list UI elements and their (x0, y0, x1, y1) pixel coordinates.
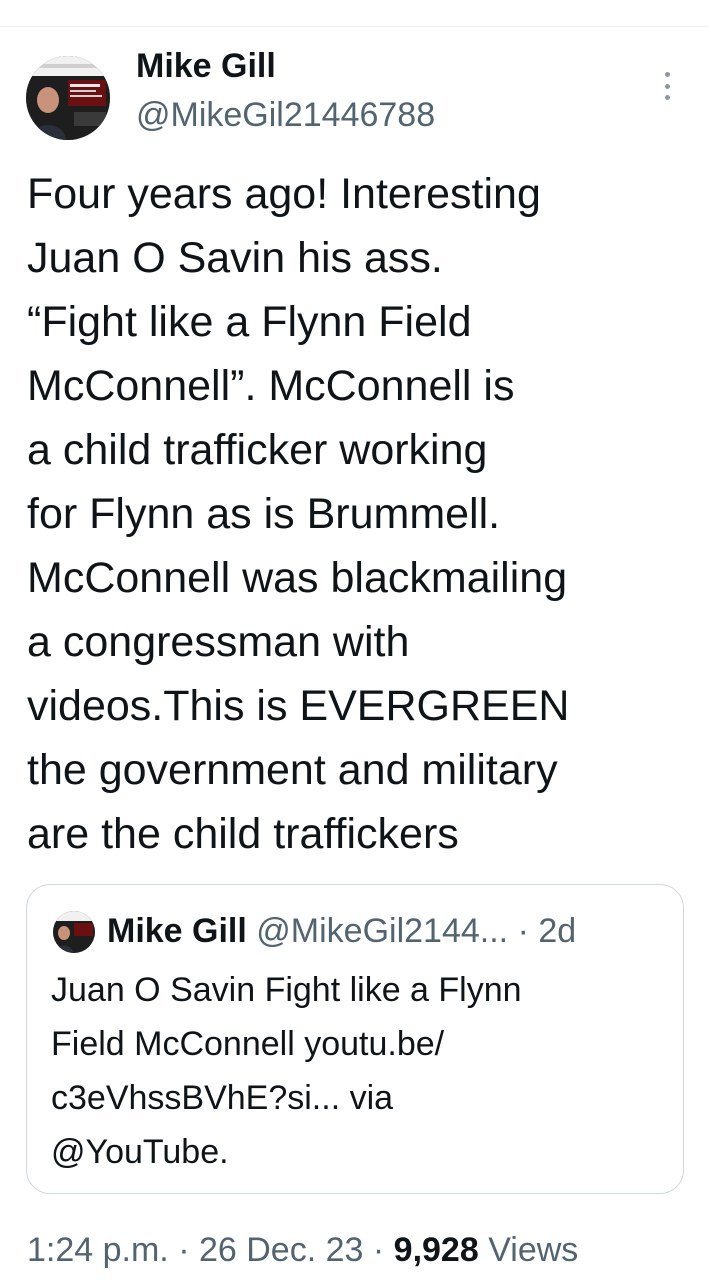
quoted-tweet-header: Mike Gill @MikeGil2144... · 2d (107, 909, 576, 953)
quoted-tweet-text: Juan O Savin Fight like a Flynn Field Mc… (51, 963, 671, 1179)
tweet-text-line: McConnell was blackmailing (27, 554, 568, 602)
quoted-author-avatar (53, 911, 95, 953)
avatar-image (26, 56, 110, 140)
tweet-text-line: McConnell”. McConnell is (27, 362, 515, 410)
quoted-avatar-image (53, 911, 95, 953)
quoted-text-line: @YouTube. (51, 1133, 229, 1171)
quoted-author-name: Mike Gill (107, 912, 247, 950)
more-dot (664, 72, 670, 77)
more-dot (664, 95, 670, 100)
quoted-tweet-card[interactable]: Mike Gill @MikeGil2144... · 2d Juan O Sa… (26, 884, 684, 1194)
more-dot (664, 83, 670, 89)
meta-separator: · (178, 1231, 190, 1269)
quoted-text-line: c3eVhssBVhE?si... via (51, 1079, 394, 1117)
tweet-text-line: “Fight like a Flynn Field (27, 298, 472, 346)
views-count[interactable]: 9,928 (394, 1231, 479, 1269)
tweet-text-line: for Flynn as is Brummell. (27, 490, 501, 538)
meta-separator: · (372, 1231, 385, 1269)
tweet-text: Four years ago! Interesting Juan O Savin… (27, 162, 695, 866)
tweet-text-line: the government and military (27, 746, 558, 794)
quoted-age: 2d (538, 912, 577, 950)
tweet-text-line: Four years ago! Interesting (27, 170, 541, 218)
tweet-meta-row: 1:24 p.m. · 26 Dec. 23 · 9,928 Views (27, 1228, 578, 1272)
tweet-time[interactable]: 1:24 p.m. (27, 1231, 169, 1269)
tweet-text-line: videos.This is EVERGREEN (27, 682, 570, 730)
tweet-text-line: are the child traffickers (27, 810, 459, 858)
quoted-separator: · (517, 912, 529, 950)
tweet-text-line: a child trafficker working (27, 426, 488, 474)
author-avatar[interactable] (26, 56, 110, 140)
more-vertical-icon[interactable] (654, 70, 680, 102)
tweet-text-line: Juan O Savin his ass. (27, 234, 443, 282)
author-handle[interactable]: @MikeGil21446788 (136, 95, 435, 135)
quoted-text-line: Field McConnell youtu.be/ (51, 1025, 445, 1063)
top-divider (0, 26, 709, 27)
quoted-text-line: Juan O Savin Fight like a Flynn (51, 971, 522, 1009)
views-label[interactable]: Views (488, 1231, 578, 1269)
tweet-date[interactable]: 26 Dec. 23 (199, 1231, 363, 1269)
author-name[interactable]: Mike Gill (136, 46, 276, 86)
tweet-text-line: a congressman with (27, 618, 410, 666)
quoted-author-handle: @MikeGil2144... (256, 912, 509, 950)
